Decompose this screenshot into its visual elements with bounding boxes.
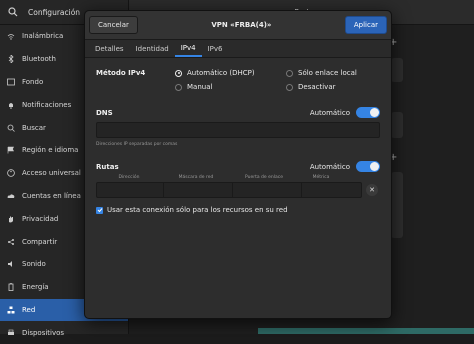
share-icon: [8, 238, 14, 245]
sidebar-item-dispositivos[interactable]: Dispositivos: [0, 321, 128, 344]
sidebar-item-label: Privacidad: [22, 214, 59, 223]
sidebar-item-label: Fondo: [22, 77, 44, 86]
printer-icon: [8, 329, 14, 335]
dns-auto-switch[interactable]: [356, 107, 380, 118]
dns-header: DNS Automático: [96, 107, 380, 118]
dialog-header: Cancelar VPN «FRBA(4)» Aplicar: [85, 11, 391, 40]
background-card: [391, 112, 403, 138]
routes-auto-row: Automático: [310, 161, 380, 172]
only-resources-label: Usar esta conexión sólo para los recurso…: [107, 206, 288, 214]
col-netmask: Máscara de red: [178, 175, 214, 180]
sidebar-item-label: Red: [22, 305, 36, 314]
sidebar-item-label: Bluetooth: [22, 55, 56, 64]
tab-ipv6[interactable]: IPv6: [202, 40, 229, 57]
apply-button[interactable]: Aplicar: [344, 16, 387, 34]
sidebar-item-label: Energía: [22, 283, 49, 292]
hand-icon: [9, 216, 13, 223]
ipv4-content: Método IPv4 Automático (DHCP) Sólo enlac…: [85, 58, 391, 220]
routes-header: Rutas Automático: [96, 161, 380, 172]
col-metric: Métrica: [312, 175, 330, 180]
background-icon: [7, 78, 15, 86]
sidebar-item-label: Sonido: [22, 260, 46, 269]
routes-auto-label: Automático: [309, 162, 350, 171]
sidebar-item-label: Buscar: [22, 123, 46, 132]
ipv4-method-row-2: Manual Desactivar: [96, 83, 380, 91]
routes-auto-switch[interactable]: [356, 161, 380, 172]
ipv4-method-row: Método IPv4 Automático (DHCP) Sólo enlac…: [96, 69, 380, 77]
radio-disable-label: Desactivar: [298, 83, 336, 91]
dialog-title: VPN «FRBA(4)»: [211, 21, 272, 29]
route-fields: [96, 182, 362, 198]
route-metric-input[interactable]: [302, 183, 361, 197]
radio-manual[interactable]: Manual: [175, 83, 286, 91]
tab-identidad[interactable]: Identidad: [130, 40, 175, 57]
radio-link-local[interactable]: Sólo enlace local: [286, 69, 357, 77]
vpn-dialog: Cancelar VPN «FRBA(4)» Aplicar Detalles …: [84, 10, 392, 319]
radio-link-local-label: Sólo enlace local: [298, 69, 357, 77]
radio-dhcp-label: Automático (DHCP): [187, 69, 255, 77]
radio-link-local-indicator[interactable]: [286, 69, 293, 77]
ipv4-method-label: Método IPv4: [96, 69, 146, 77]
battery-icon: [8, 283, 14, 292]
background-card: [391, 58, 403, 82]
cancel-button[interactable]: Cancelar: [89, 16, 138, 34]
background-card: [391, 172, 403, 238]
bell-icon: [9, 102, 13, 109]
routes-columns: Dirección Máscara de red Puerta de enlac…: [96, 175, 380, 180]
sidebar-item-label: Compartir: [22, 237, 58, 246]
dialog-tabs: Detalles Identidad IPv4 IPv6: [85, 40, 391, 58]
route-gateway-input[interactable]: [233, 183, 302, 197]
sidebar-item-label: Región e idioma: [22, 146, 79, 155]
sidebar-item-label: Inalámbrica: [22, 32, 64, 41]
sidebar-item-label: Notificaciones: [22, 100, 72, 109]
sidebar-item-label: Acceso universal: [22, 169, 81, 178]
dns-input[interactable]: [96, 122, 380, 138]
tab-detalles[interactable]: Detalles: [89, 40, 130, 57]
dns-auto-label: Automático: [309, 108, 350, 117]
tab-ipv4[interactable]: IPv4: [174, 40, 202, 57]
dns-label: DNS: [96, 108, 113, 117]
flag-icon: [7, 147, 14, 154]
bluetooth-icon: [8, 55, 14, 64]
app-title: Configuración: [28, 7, 81, 17]
radio-dhcp-indicator[interactable]: [175, 69, 182, 77]
col-gateway: Puerta de enlace: [245, 175, 283, 180]
sidebar-item-label: Cuentas en línea: [22, 191, 81, 200]
wifi-icon: [7, 34, 15, 41]
search-icon[interactable]: [8, 7, 18, 17]
radio-dhcp[interactable]: Automático (DHCP): [175, 69, 286, 77]
route-row: ✕: [96, 182, 380, 198]
only-resources-row[interactable]: Usar esta conexión sólo para los recurso…: [96, 206, 380, 214]
accessibility-icon: [7, 169, 15, 177]
routes-label: Rutas: [96, 162, 119, 171]
dns-hint: Direcciones IP separadas por comas: [96, 142, 178, 147]
radio-disable[interactable]: Desactivar: [286, 83, 335, 91]
radio-manual-indicator[interactable]: [175, 83, 182, 91]
network-icon: [7, 306, 15, 314]
search-icon: [7, 124, 15, 132]
route-address-input[interactable]: [97, 183, 164, 197]
radio-manual-label: Manual: [187, 83, 213, 91]
taskbar-strip: [258, 328, 474, 334]
speaker-icon: [8, 261, 12, 268]
close-icon: ✕: [369, 186, 375, 194]
route-netmask-input[interactable]: [164, 183, 233, 197]
dns-auto-row: Automático: [310, 107, 380, 118]
delete-route-button[interactable]: ✕: [366, 184, 378, 196]
checkmark-icon: [97, 208, 102, 213]
only-resources-checkbox[interactable]: [96, 206, 103, 214]
sidebar-item-label: Dispositivos: [22, 328, 65, 337]
cloud-icon: [7, 194, 15, 198]
col-address: Dirección: [118, 175, 140, 180]
radio-disable-indicator[interactable]: [286, 83, 293, 91]
